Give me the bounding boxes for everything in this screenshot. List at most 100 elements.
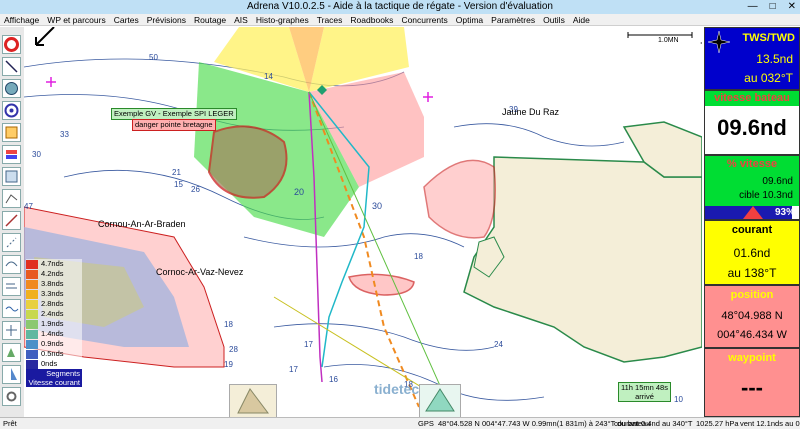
svg-text:17: 17 [304,340,313,349]
ais-tool-icon[interactable] [2,343,21,362]
chart-map[interactable]: 50 33 30 21 15 26 20 30 47 14 39 18 17 1… [24,27,702,417]
left-toolbar [0,27,25,417]
zoom-tool-icon[interactable] [2,233,21,252]
legend-speed: 1.4nds [41,329,64,338]
maximize-button[interactable]: □ [770,0,776,14]
eta-box: 11h 15mn 48s arrivé [618,382,671,402]
layers-icon[interactable] [2,145,21,164]
legend-swatch [26,309,38,319]
current-legend: 4.7nds 4.2nds 3.8nds 3.3nds 2.8nds 2.4nds 1.9n… [26,259,82,387]
pct-value: 09.6nd [762,176,793,187]
lifebuoy-icon[interactable] [2,35,21,54]
legend-speed: 0nds [41,359,58,368]
route-tool-icon[interactable] [2,189,21,208]
menu-concurrents[interactable]: Concurrents [401,14,447,25]
svg-text:20: 20 [294,187,304,197]
settings-tool-icon[interactable] [2,387,21,406]
panel-waypoint[interactable]: waypoint --- [704,348,800,417]
chart-tool-icon[interactable] [2,167,21,186]
tide-tool-icon[interactable] [2,299,21,318]
boat-speed-title: vitesse bateau [705,91,799,106]
current-dir: au 138°T [727,266,777,280]
panel-boat-speed[interactable]: vitesse bateau 09.6nd [704,90,800,155]
menu-optima[interactable]: Optima [456,14,483,25]
legend-row: 1.9nds [26,319,82,329]
marker-2 [423,92,433,102]
legend-speed: 3.8nds [41,279,64,288]
waypoint-value: --- [741,375,763,400]
svg-text:18: 18 [414,252,423,261]
legend-row: 3.3nds [26,289,82,299]
status-current: courant 0.4nd au 340°T [614,419,693,428]
legend-row: 2.4nds [26,309,82,319]
legend-row: 4.7nds [26,259,82,269]
panel-current[interactable]: courant 01.6nd au 138°T [704,220,800,285]
globe-icon[interactable] [2,79,21,98]
menu-aide[interactable]: Aide [573,14,590,25]
svg-text:26: 26 [191,185,200,194]
track-tool-icon[interactable] [2,255,21,274]
legend-speed: 0.9nds [41,339,64,348]
panel-tws[interactable]: TWS/TWD 13.5nd au 032°T [704,27,800,90]
target-icon[interactable] [2,101,21,120]
sail-preview-icon[interactable] [229,384,277,417]
status-ready: Prêt [3,419,17,428]
svg-text:18: 18 [224,320,233,329]
legend-swatch [26,279,38,289]
menu-histo-graphes[interactable]: Histo-graphes [256,14,309,25]
status-gps-position: 48°04.528 N [438,419,480,428]
menu-cartes[interactable]: Cartes [114,14,139,25]
position-lat: 48°04.988 N [721,310,783,322]
legend-swatch [26,289,38,299]
measure-tool-icon[interactable] [2,211,21,230]
legend-speed: 2.4nds [41,309,64,318]
compass-icon [707,30,731,56]
panel-speed-pct[interactable]: % vitesse 09.6nd cible 10.3nd 93% [704,155,800,220]
status-bar: Prêt GPS 48°04.528 N 004°47.743 W 0.99mn… [0,417,800,429]
svg-text:10: 10 [674,395,683,404]
title-bar: Adrena V10.0.2.5 - Aide à la tactique de… [0,0,800,14]
polar-tool-icon[interactable] [2,321,21,340]
svg-text:14: 14 [264,72,273,81]
menu-previsions[interactable]: Prévisions [147,14,186,25]
place-label-cornou: Cornou-An-Ar-Braden [98,219,186,229]
wind-tool-icon[interactable] [2,277,21,296]
menu-ais[interactable]: AIS [234,14,248,25]
current-value: 01.6nd [733,246,771,260]
legend-speed: 2.8nds [41,299,64,308]
panel-position[interactable]: position 48°04.988 N 004°46.434 W [704,285,800,348]
tws-title: TWS/TWD [742,32,795,44]
svg-text:33: 33 [60,130,69,139]
menu-traces[interactable]: Traces [317,14,343,25]
menu-parametres[interactable]: Paramètres [491,14,535,25]
eta-time: 11h 15mn 48s [621,383,668,392]
wind-preview-icon[interactable] [419,384,461,417]
tws-speed: 13.5nd [756,52,793,66]
current-title: courant [731,224,773,236]
svg-text:19: 19 [224,360,233,369]
legend-row: 2.8nds [26,299,82,309]
svg-text:47: 47 [24,202,33,211]
boat-speed-value: 09.6nd [717,115,787,140]
marker-1 [46,77,56,87]
svg-text:50: 50 [149,53,158,62]
legend-swatch [26,259,38,269]
menu-roadbooks[interactable]: Roadbooks [350,14,393,25]
status-pressure: 1025.27 hPa [696,419,739,428]
menu-outils[interactable]: Outils [543,14,565,25]
close-button[interactable]: ✕ [788,0,796,14]
danger-zone-1 [207,125,288,199]
grid-tool-icon[interactable] [2,123,21,142]
pointer-tool-icon[interactable] [2,57,21,76]
legend-row: 0.5nds [26,349,82,359]
status-wind: vent 12.1nds au 026° [740,419,800,428]
minimize-button[interactable]: — [748,0,758,14]
menu-routage[interactable]: Routage [194,14,226,25]
pct-bar: 93% [705,206,799,219]
menu-wp-parcours[interactable]: WP et parcours [47,14,105,25]
menu-affichage[interactable]: Affichage [4,14,39,25]
position-lon: 004°46.434 W [717,329,787,341]
arrow-pointer-icon [35,27,55,46]
legend-row: 3.8nds [26,279,82,289]
sail-tool-icon[interactable] [2,365,21,384]
